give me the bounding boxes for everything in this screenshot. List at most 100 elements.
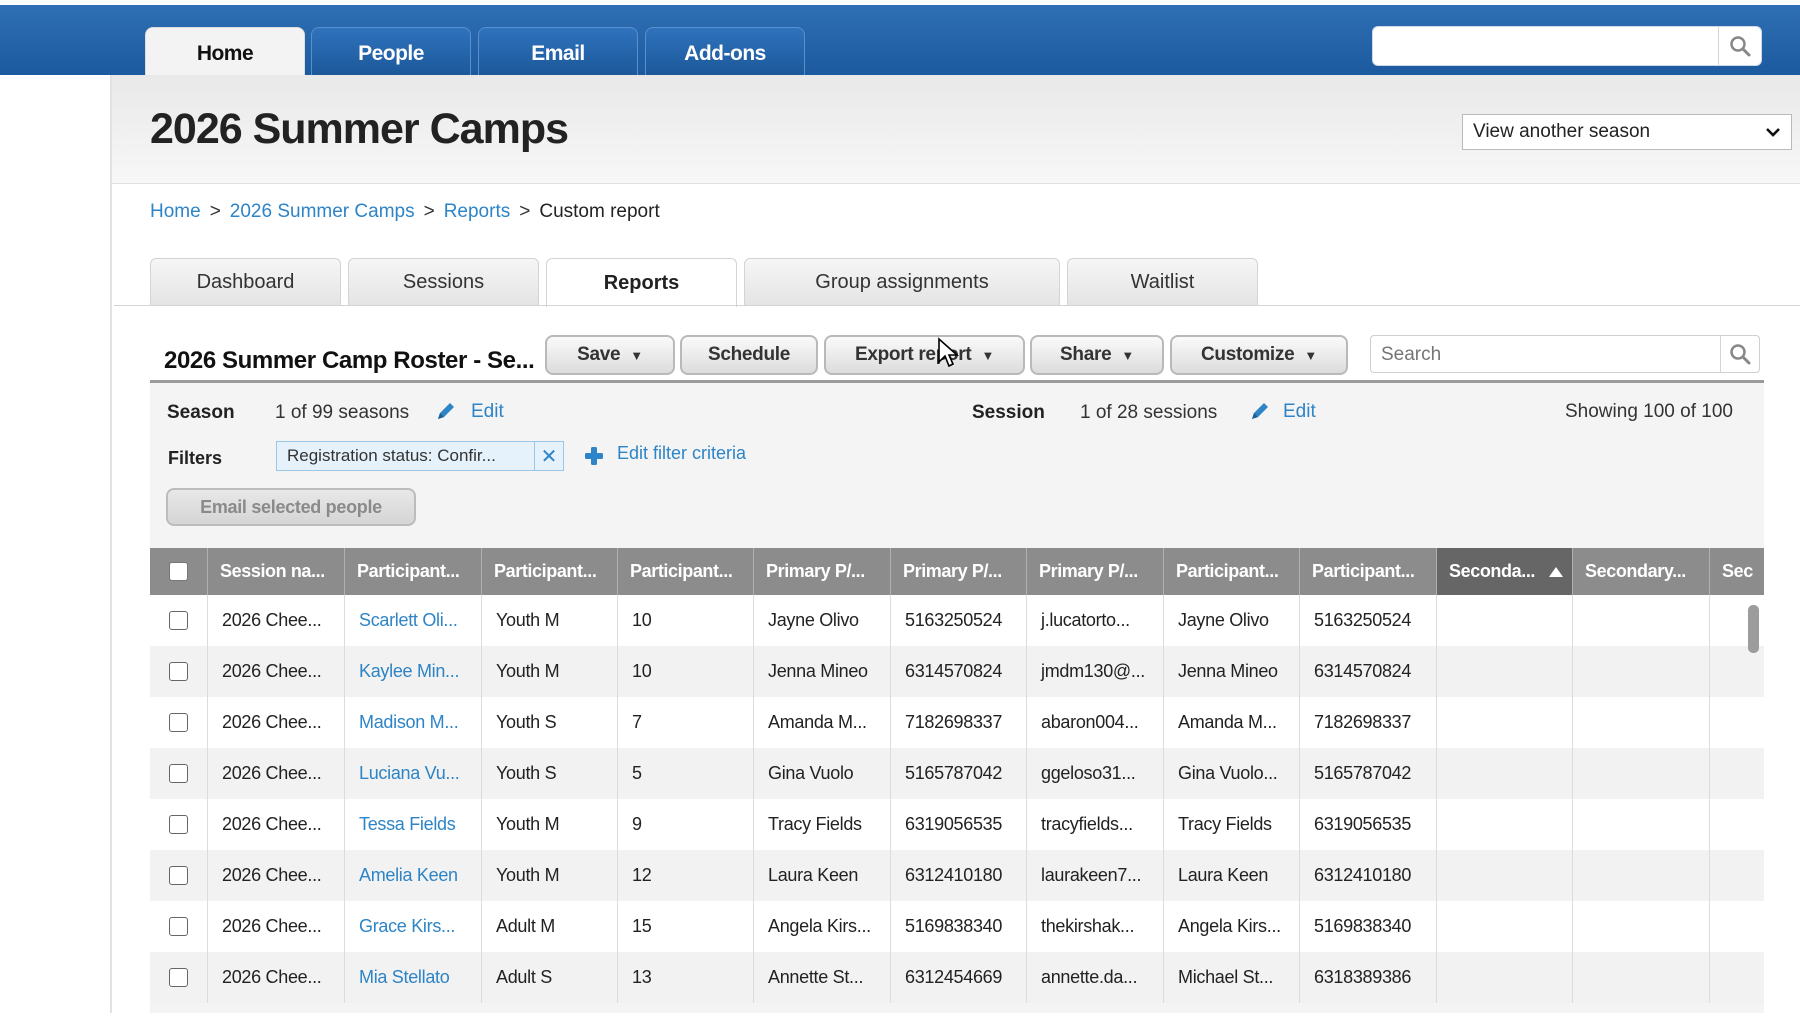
- participant-name-link[interactable]: Amelia Keen: [345, 850, 482, 901]
- email-selected-button[interactable]: Email selected people: [166, 488, 416, 526]
- table-cell: thekirshak...: [1027, 901, 1164, 952]
- remove-filter-icon[interactable]: ✕: [534, 442, 563, 470]
- tab-sessions[interactable]: Sessions: [348, 258, 539, 305]
- row-checkbox[interactable]: [169, 764, 188, 783]
- nav-tab-home[interactable]: Home: [145, 27, 305, 80]
- table-cell: 6319056535: [1300, 799, 1437, 850]
- column-header[interactable]: Session na...: [208, 548, 345, 595]
- column-header[interactable]: Primary P/...: [1027, 548, 1164, 595]
- row-checkbox[interactable]: [169, 815, 188, 834]
- participant-name-link[interactable]: Mia Stellato: [345, 952, 482, 1003]
- session-edit-link[interactable]: Edit: [1283, 401, 1316, 423]
- table-cell: 10: [618, 595, 754, 646]
- table-scrollbar-thumb[interactable]: [1748, 605, 1759, 653]
- table-cell: 6314570824: [891, 646, 1027, 697]
- participant-name-link[interactable]: Scarlett Oli...: [345, 595, 482, 646]
- report-search-button[interactable]: [1720, 336, 1759, 372]
- global-search-button[interactable]: [1718, 27, 1761, 65]
- column-header[interactable]: Participant...: [345, 548, 482, 595]
- breadcrumb-home[interactable]: Home: [150, 201, 201, 222]
- season-select-value: View another season: [1473, 121, 1651, 142]
- filter-chip[interactable]: Registration status: Confir... ✕: [276, 441, 564, 471]
- column-header[interactable]: Sec: [1710, 548, 1764, 595]
- column-header[interactable]: Participant...: [1300, 548, 1437, 595]
- export-report-button[interactable]: Export report ▼: [824, 335, 1025, 375]
- schedule-button[interactable]: Schedule: [680, 335, 818, 375]
- column-header[interactable]: Participant...: [1164, 548, 1300, 595]
- table-cell: Jayne Olivo: [754, 595, 891, 646]
- tab-dashboard[interactable]: Dashboard: [150, 258, 341, 305]
- row-checkbox[interactable]: [169, 917, 188, 936]
- table-cell: [1573, 901, 1710, 952]
- share-button-label: Share: [1060, 344, 1112, 365]
- column-header[interactable]: Participant...: [618, 548, 754, 595]
- table-row: 2026 Chee... Luciana Vu... Youth S 5 Gina Vu…: [150, 748, 1764, 799]
- table-row: 2026 Chee... Scarlett Oli... Youth M 10 Jayn…: [150, 595, 1764, 646]
- column-header[interactable]: Secondary...: [1573, 548, 1710, 595]
- row-checkbox[interactable]: [169, 662, 188, 681]
- table-cell: Michael St...: [1164, 952, 1300, 1003]
- global-search-input[interactable]: [1383, 33, 1707, 61]
- table-cell: Youth M: [482, 646, 618, 697]
- season-label: Season: [167, 402, 235, 423]
- table-cell: 5163250524: [891, 595, 1027, 646]
- tab-group-assignments[interactable]: Group assignments: [744, 258, 1060, 305]
- session-label: Session: [972, 402, 1045, 423]
- save-button[interactable]: Save ▼: [545, 335, 675, 375]
- save-button-label: Save: [577, 344, 621, 365]
- row-checkbox-cell: [150, 850, 208, 901]
- row-checkbox[interactable]: [169, 866, 188, 885]
- table-cell: 2026 Chee...: [208, 799, 345, 850]
- table-cell: [1437, 799, 1573, 850]
- row-checkbox-cell: [150, 646, 208, 697]
- participant-name-link[interactable]: Tessa Fields: [345, 799, 482, 850]
- table-row: 2026 Chee... Amelia Keen Youth M 12 Laura Ke…: [150, 850, 1764, 901]
- filters-label: Filters: [168, 448, 223, 468]
- customize-button-label: Customize: [1201, 344, 1295, 365]
- breadcrumb: Home >2026 Summer Camps > Reports > Custom re…: [150, 201, 660, 223]
- row-checkbox[interactable]: [169, 611, 188, 630]
- participant-name-link[interactable]: Madison M...: [345, 697, 482, 748]
- nav-tab-addons[interactable]: Add-ons: [645, 27, 805, 80]
- customize-button[interactable]: Customize ▼: [1170, 335, 1348, 375]
- column-header[interactable]: Primary P/...: [754, 548, 891, 595]
- nav-tab-people[interactable]: People: [311, 27, 471, 80]
- table-cell: tracyfields...: [1027, 799, 1164, 850]
- share-button[interactable]: Share ▼: [1030, 335, 1164, 375]
- table-cell: [1573, 850, 1710, 901]
- table-cell: Youth S: [482, 748, 618, 799]
- table-cell: [1710, 748, 1764, 799]
- select-all-cell: [150, 548, 208, 595]
- season-select[interactable]: View another season: [1462, 114, 1792, 150]
- breadcrumb-reports[interactable]: Reports: [444, 201, 511, 222]
- plus-icon: [585, 447, 603, 465]
- table-cell: [1710, 952, 1764, 1003]
- tab-reports[interactable]: Reports: [546, 258, 737, 307]
- table-cell: Tracy Fields: [754, 799, 891, 850]
- tab-waitlist[interactable]: Waitlist: [1067, 258, 1258, 305]
- season-edit-link[interactable]: Edit: [471, 401, 504, 423]
- table-cell: Adult M: [482, 901, 618, 952]
- table-cell: [1710, 850, 1764, 901]
- table-cell: jmdm130@...: [1027, 646, 1164, 697]
- table-cell: [1437, 850, 1573, 901]
- global-search: [1372, 26, 1762, 66]
- row-checkbox[interactable]: [169, 713, 188, 732]
- nav-tab-email[interactable]: Email: [478, 27, 638, 80]
- edit-filter-criteria-link[interactable]: Edit filter criteria: [617, 443, 746, 464]
- table-cell: 2026 Chee...: [208, 952, 345, 1003]
- participant-name-link[interactable]: Luciana Vu...: [345, 748, 482, 799]
- column-header-sorted[interactable]: Seconda...: [1437, 548, 1573, 595]
- select-all-checkbox[interactable]: [169, 562, 188, 581]
- table-cell: Gina Vuolo: [754, 748, 891, 799]
- participant-name-link[interactable]: Kaylee Min...: [345, 646, 482, 697]
- table-cell: Jenna Mineo: [1164, 646, 1300, 697]
- column-header[interactable]: Primary P/...: [891, 548, 1027, 595]
- participant-name-link[interactable]: Grace Kirs...: [345, 901, 482, 952]
- row-checkbox[interactable]: [169, 968, 188, 987]
- breadcrumb-season[interactable]: 2026 Summer Camps: [230, 201, 415, 222]
- table-cell: ggeloso31...: [1027, 748, 1164, 799]
- column-header[interactable]: Participant...: [482, 548, 618, 595]
- report-search-input[interactable]: [1379, 342, 1703, 368]
- table-cell: 7182698337: [1300, 697, 1437, 748]
